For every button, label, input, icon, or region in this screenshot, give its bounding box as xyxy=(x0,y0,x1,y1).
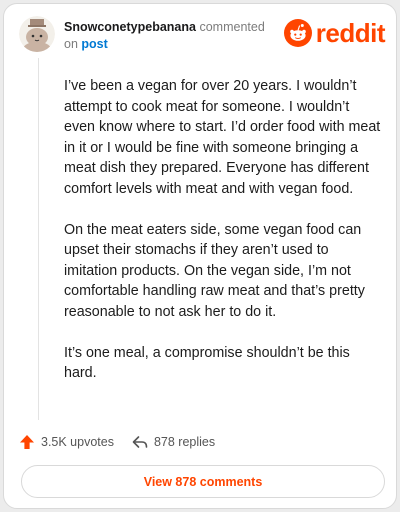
post-link[interactable]: post xyxy=(81,37,107,51)
upvote-arrow-icon xyxy=(20,435,34,449)
comment-card: Snowconetypebanana commented on post red… xyxy=(3,3,397,509)
user-avatar[interactable] xyxy=(19,16,55,52)
comment-meta: Snowconetypebanana commented on post xyxy=(64,19,274,53)
reply-button[interactable]: 878 replies xyxy=(132,434,215,450)
comment-paragraph: On the meat eaters side, some vegan food… xyxy=(64,221,365,320)
view-comments-button[interactable]: View 878 comments xyxy=(21,465,385,498)
reply-count: 878 replies xyxy=(153,435,216,449)
comment-actions: 3.5K upvotes 878 replies xyxy=(19,432,215,452)
reply-arrow-icon xyxy=(132,436,148,448)
comment-header: Snowconetypebanana commented on post red… xyxy=(19,16,386,56)
thread-line xyxy=(38,58,39,420)
reddit-logo: reddit xyxy=(283,18,386,48)
comment-paragraph: It’s one meal, a compromise shouldn’t be… xyxy=(64,344,350,382)
on-text: on xyxy=(64,37,78,51)
comment-body: I’ve been a vegan for over 20 years. I w… xyxy=(64,76,382,404)
upvote-button[interactable]: 3.5K upvotes xyxy=(19,434,114,450)
action-text: commented xyxy=(199,20,265,34)
username[interactable]: Snowconetypebanana xyxy=(64,20,196,34)
comment-paragraph: I’ve been a vegan for over 20 years. I w… xyxy=(64,78,381,197)
upvote-count: 3.5K upvotes xyxy=(41,435,114,449)
reddit-snoo-icon xyxy=(283,19,312,47)
brand-name: reddit xyxy=(315,18,386,48)
